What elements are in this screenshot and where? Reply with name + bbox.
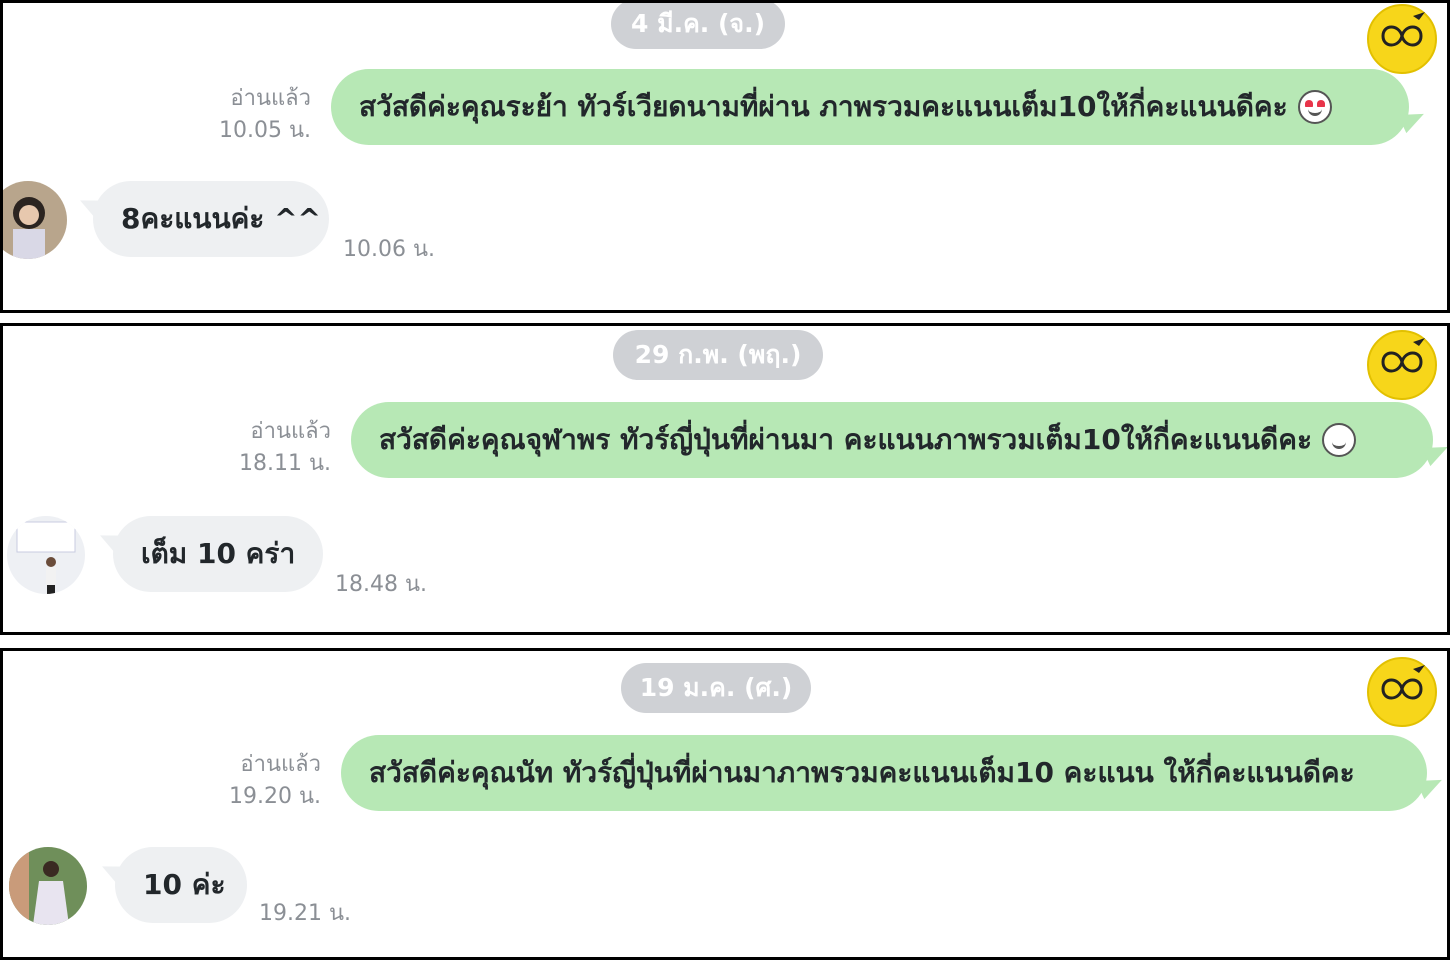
incoming-message-bubble[interactable]: เต็ม 10 คร่า — [95, 516, 323, 592]
outgoing-message-text: สวัสดีค่ะคุณระย้า ทัวร์เวียดนามที่ผ่าน ภ… — [359, 90, 1288, 123]
heart-eyes-emoji-icon — [1297, 90, 1332, 124]
infinity-plane-icon — [1381, 12, 1425, 47]
date-pill: 4 มี.ค. (จ.) — [611, 3, 785, 49]
chat-panel-1: 4 มี.ค. (จ.) อ่านแล้ว 10.05 น. สวัสดีค่ะ… — [0, 0, 1450, 313]
sent-time: 19.20 น. — [228, 784, 321, 809]
sent-time: 10.05 น. — [218, 118, 311, 143]
contact-photo-icon — [7, 516, 85, 594]
date-pill: 29 ก.พ. (พฤ.) — [613, 330, 823, 380]
infinity-plane-icon — [1381, 338, 1425, 373]
read-label: อ่านแล้ว — [230, 86, 311, 111]
read-label: อ่านแล้ว — [250, 419, 331, 444]
contact-photo-icon — [3, 181, 67, 259]
sent-time: 18.11 น. — [238, 451, 331, 476]
outgoing-message-bubble[interactable]: สวัสดีค่ะคุณจุฬาพร ทัวร์ญี่ปุ่นที่ผ่านมา… — [351, 402, 1447, 478]
squinting-smile-emoji-icon — [1321, 423, 1356, 457]
incoming-message-bubble[interactable]: 10 ค่ะ — [97, 847, 247, 923]
incoming-message-bubble[interactable]: 8คะแนนค่ะ ^^ — [75, 181, 329, 257]
incoming-message-text: 8คะแนนค่ะ ^^ — [121, 202, 322, 235]
date-pill: 19 ม.ค. (ศ.) — [621, 663, 811, 713]
read-receipt: อ่านแล้ว 10.05 น. — [203, 83, 311, 147]
outgoing-message-bubble[interactable]: สวัสดีค่ะคุณระย้า ทัวร์เวียดนามที่ผ่าน ภ… — [331, 69, 1429, 145]
reply-time: 19.21 น. — [259, 901, 352, 926]
incoming-message-text: 10 ค่ะ — [143, 868, 226, 901]
read-receipt: อ่านแล้ว 18.11 น. — [223, 416, 331, 480]
chat-panel-3: 19 ม.ค. (ศ.) อ่านแล้ว 19.20 น. สวัสดีค่ะ… — [0, 648, 1450, 960]
chat-panel-2: 29 ก.พ. (พฤ.) อ่านแล้ว 18.11 น. สวัสดีค่… — [0, 323, 1450, 635]
brand-logo-avatar[interactable] — [1367, 4, 1437, 74]
contact-avatar[interactable] — [9, 847, 87, 925]
read-label: อ่านแล้ว — [240, 752, 321, 777]
reply-time: 10.06 น. — [343, 237, 436, 262]
contact-photo-icon — [9, 847, 87, 925]
outgoing-message-text: สวัสดีค่ะคุณนัท ทัวร์ญี่ปุ่นที่ผ่านมาภาพ… — [369, 756, 1355, 789]
brand-logo-avatar[interactable] — [1367, 657, 1437, 727]
reply-time: 18.48 น. — [335, 572, 428, 597]
incoming-message-text: เต็ม 10 คร่า — [141, 537, 296, 570]
infinity-plane-icon — [1381, 665, 1425, 700]
contact-avatar[interactable] — [7, 516, 85, 594]
brand-logo-avatar[interactable] — [1367, 330, 1437, 400]
contact-avatar[interactable] — [3, 181, 67, 259]
read-receipt: อ่านแล้ว 19.20 น. — [213, 749, 321, 813]
outgoing-message-text: สวัสดีค่ะคุณจุฬาพร ทัวร์ญี่ปุ่นที่ผ่านมา… — [379, 423, 1312, 456]
outgoing-message-bubble[interactable]: สวัสดีค่ะคุณนัท ทัวร์ญี่ปุ่นที่ผ่านมาภาพ… — [341, 735, 1447, 811]
